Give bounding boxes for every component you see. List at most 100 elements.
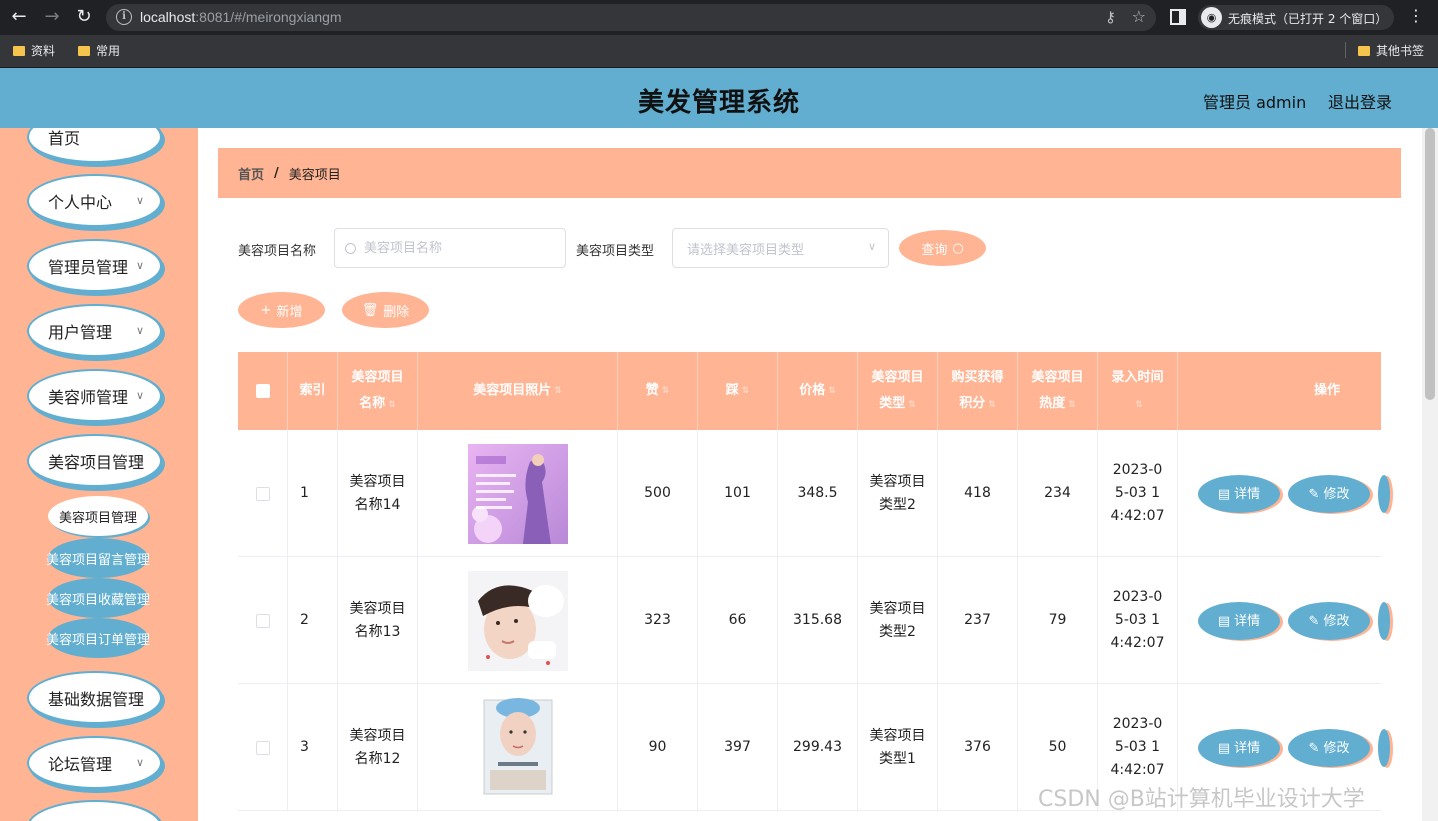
- header-name[interactable]: 美容项目名称 ⇅: [338, 352, 418, 430]
- edit-button[interactable]: ✎ 修改: [1288, 602, 1370, 640]
- detail-button[interactable]: ▤ 详情: [1198, 602, 1280, 640]
- search-icon: [345, 242, 356, 254]
- key-icon[interactable]: ⚷: [1105, 8, 1116, 26]
- bookmark-changyong[interactable]: 常用: [78, 42, 120, 59]
- scrollbar-thumb[interactable]: [1425, 128, 1435, 400]
- main-content: 首页 / 美容项目 美容项目名称 美容项目类型 请选择美容项目类型 ∨ 查询○ …: [198, 128, 1422, 821]
- sort-icon[interactable]: ⇅: [1135, 400, 1143, 410]
- address-bar[interactable]: i localhost:8081/#/meirongxiangm ⚷ ☆: [106, 4, 1156, 31]
- logout-link[interactable]: 退出登录: [1328, 89, 1392, 113]
- select-all-checkbox[interactable]: [255, 384, 270, 398]
- side-panel-icon[interactable]: [1170, 9, 1186, 25]
- chevron-up-icon: ∧: [135, 454, 144, 467]
- project-type-label: 美容项目类型: [576, 244, 655, 259]
- row-checkbox[interactable]: [255, 740, 270, 755]
- folder-icon: [13, 45, 25, 56]
- sort-icon[interactable]: ⇅: [988, 400, 996, 410]
- cell-type: 美容项目类型1: [858, 684, 938, 811]
- incognito-icon: ◉: [1201, 7, 1222, 28]
- header-points[interactable]: 购买获得积分 ⇅: [938, 352, 1018, 430]
- bookmark-ziliao[interactable]: 资料: [13, 42, 55, 59]
- chevron-down-icon: ∨: [135, 691, 144, 704]
- document-icon: ▤: [1217, 740, 1231, 756]
- chevron-down-icon: ∨: [135, 259, 144, 272]
- sort-icon[interactable]: ⇅: [662, 378, 670, 404]
- query-button[interactable]: 查询 ○: [899, 230, 986, 266]
- chevron-down-icon: ∨: [135, 194, 144, 207]
- bookmark-star-icon[interactable]: ☆: [1132, 7, 1146, 26]
- sort-icon[interactable]: ⇅: [1068, 400, 1076, 410]
- sidebar: 首页 个人中心 ∨ 管理员管理 ∨ 用户管理 ∨ 美容师管理 ∨ 美容项目管理 ∧ 美容项…: [0, 128, 198, 821]
- header-time[interactable]: 录入时间 ⇅: [1098, 352, 1178, 430]
- back-icon[interactable]: ←: [7, 5, 31, 29]
- cell-time: 2023-05-03 14:42:07: [1098, 557, 1178, 684]
- cell-price: 315.68: [778, 557, 858, 684]
- breadcrumb-home[interactable]: 首页: [238, 164, 264, 183]
- project-type-select[interactable]: 请选择美容项目类型 ∨: [672, 228, 889, 268]
- document-icon: ▤: [1217, 613, 1231, 629]
- sort-icon[interactable]: ⇅: [742, 378, 750, 404]
- breadcrumb: 首页 / 美容项目: [218, 148, 1401, 198]
- sidebar-subitem-project-favorites[interactable]: 美容项目收藏管理: [46, 578, 150, 618]
- forward-icon[interactable]: →: [40, 5, 64, 29]
- header-dislikes[interactable]: 踩 ⇅: [698, 352, 778, 430]
- detail-button[interactable]: ▤ 详情: [1198, 729, 1280, 767]
- site-info-icon[interactable]: i: [116, 9, 132, 25]
- plus-icon: +: [260, 302, 272, 318]
- cell-price: 299.43: [778, 684, 858, 811]
- sidebar-item-user-management[interactable]: 用户管理 ∨: [27, 304, 163, 358]
- sort-icon[interactable]: ⇅: [554, 378, 562, 404]
- header-photo[interactable]: 美容项目照片 ⇅: [418, 352, 618, 430]
- project-photo[interactable]: [467, 570, 568, 671]
- sidebar-item-forum-management[interactable]: 论坛管理 ∨: [27, 736, 163, 790]
- document-icon: ▤: [1217, 486, 1231, 502]
- more-action-button[interactable]: [1378, 602, 1390, 640]
- browser-toolbar: ← → ↻ i localhost:8081/#/meirongxiangm ⚷…: [0, 0, 1438, 35]
- reload-icon[interactable]: ↻: [72, 5, 96, 29]
- sidebar-item-beauty-project-management[interactable]: 美容项目管理 ∧: [27, 434, 163, 488]
- cell-points: 376: [938, 684, 1018, 811]
- sidebar-subitem-project-orders[interactable]: 美容项目订单管理: [46, 618, 150, 658]
- incognito-indicator[interactable]: ◉ 无痕模式（已打开 2 个窗口）: [1198, 5, 1394, 30]
- sidebar-item-personal-center[interactable]: 个人中心 ∨: [27, 174, 163, 228]
- cell-name: 美容项目名称12: [338, 684, 418, 811]
- project-name-field[interactable]: [334, 228, 566, 268]
- header-select-all[interactable]: [238, 352, 288, 430]
- header-type[interactable]: 美容项目类型 ⇅: [858, 352, 938, 430]
- cell-photo: [418, 557, 618, 684]
- browser-menu-icon[interactable]: ⋮: [1408, 6, 1424, 25]
- cell-heat: 234: [1018, 430, 1098, 557]
- edit-button[interactable]: ✎ 修改: [1288, 475, 1370, 513]
- header-heat[interactable]: 美容项目热度 ⇅: [1018, 352, 1098, 430]
- sidebar-item-basic-data-management[interactable]: 基础数据管理 ∨: [27, 671, 163, 725]
- sort-icon[interactable]: ⇅: [828, 378, 836, 404]
- project-photo[interactable]: [467, 443, 568, 544]
- cell-type: 美容项目类型2: [858, 557, 938, 684]
- sort-icon[interactable]: ⇅: [908, 400, 916, 410]
- project-photo[interactable]: [467, 697, 568, 798]
- detail-button[interactable]: ▤ 详情: [1198, 475, 1280, 513]
- more-action-button[interactable]: [1378, 475, 1390, 513]
- edit-button[interactable]: ✎ 修改: [1288, 729, 1370, 767]
- add-button[interactable]: + 新增: [238, 292, 325, 328]
- header-likes[interactable]: 赞 ⇅: [618, 352, 698, 430]
- more-action-button[interactable]: [1378, 729, 1390, 767]
- sidebar-subitem-project-management[interactable]: 美容项目管理: [48, 496, 148, 536]
- sidebar-item-home[interactable]: 首页: [27, 128, 163, 164]
- header-price[interactable]: 价格 ⇅: [778, 352, 858, 430]
- sidebar-item-admin-management[interactable]: 管理员管理 ∨: [27, 239, 163, 293]
- sort-icon[interactable]: ⇅: [388, 400, 396, 410]
- sidebar-item-beautician-management[interactable]: 美容师管理 ∨: [27, 369, 163, 423]
- cell-dislikes: 397: [698, 684, 778, 811]
- row-checkbox[interactable]: [255, 613, 270, 628]
- sidebar-subitem-project-comments[interactable]: 美容项目留言管理: [46, 538, 150, 578]
- row-checkbox[interactable]: [255, 486, 270, 501]
- sidebar-item-more[interactable]: [27, 800, 163, 821]
- page-scrollbar[interactable]: [1422, 128, 1438, 821]
- folder-icon: [1358, 45, 1370, 56]
- pencil-icon: ✎: [1308, 486, 1320, 502]
- cell-heat: 79: [1018, 557, 1098, 684]
- delete-button[interactable]: 🗑 删除: [342, 292, 429, 328]
- bookmark-other[interactable]: 其他书签: [1358, 42, 1424, 59]
- project-name-input[interactable]: [364, 240, 554, 256]
